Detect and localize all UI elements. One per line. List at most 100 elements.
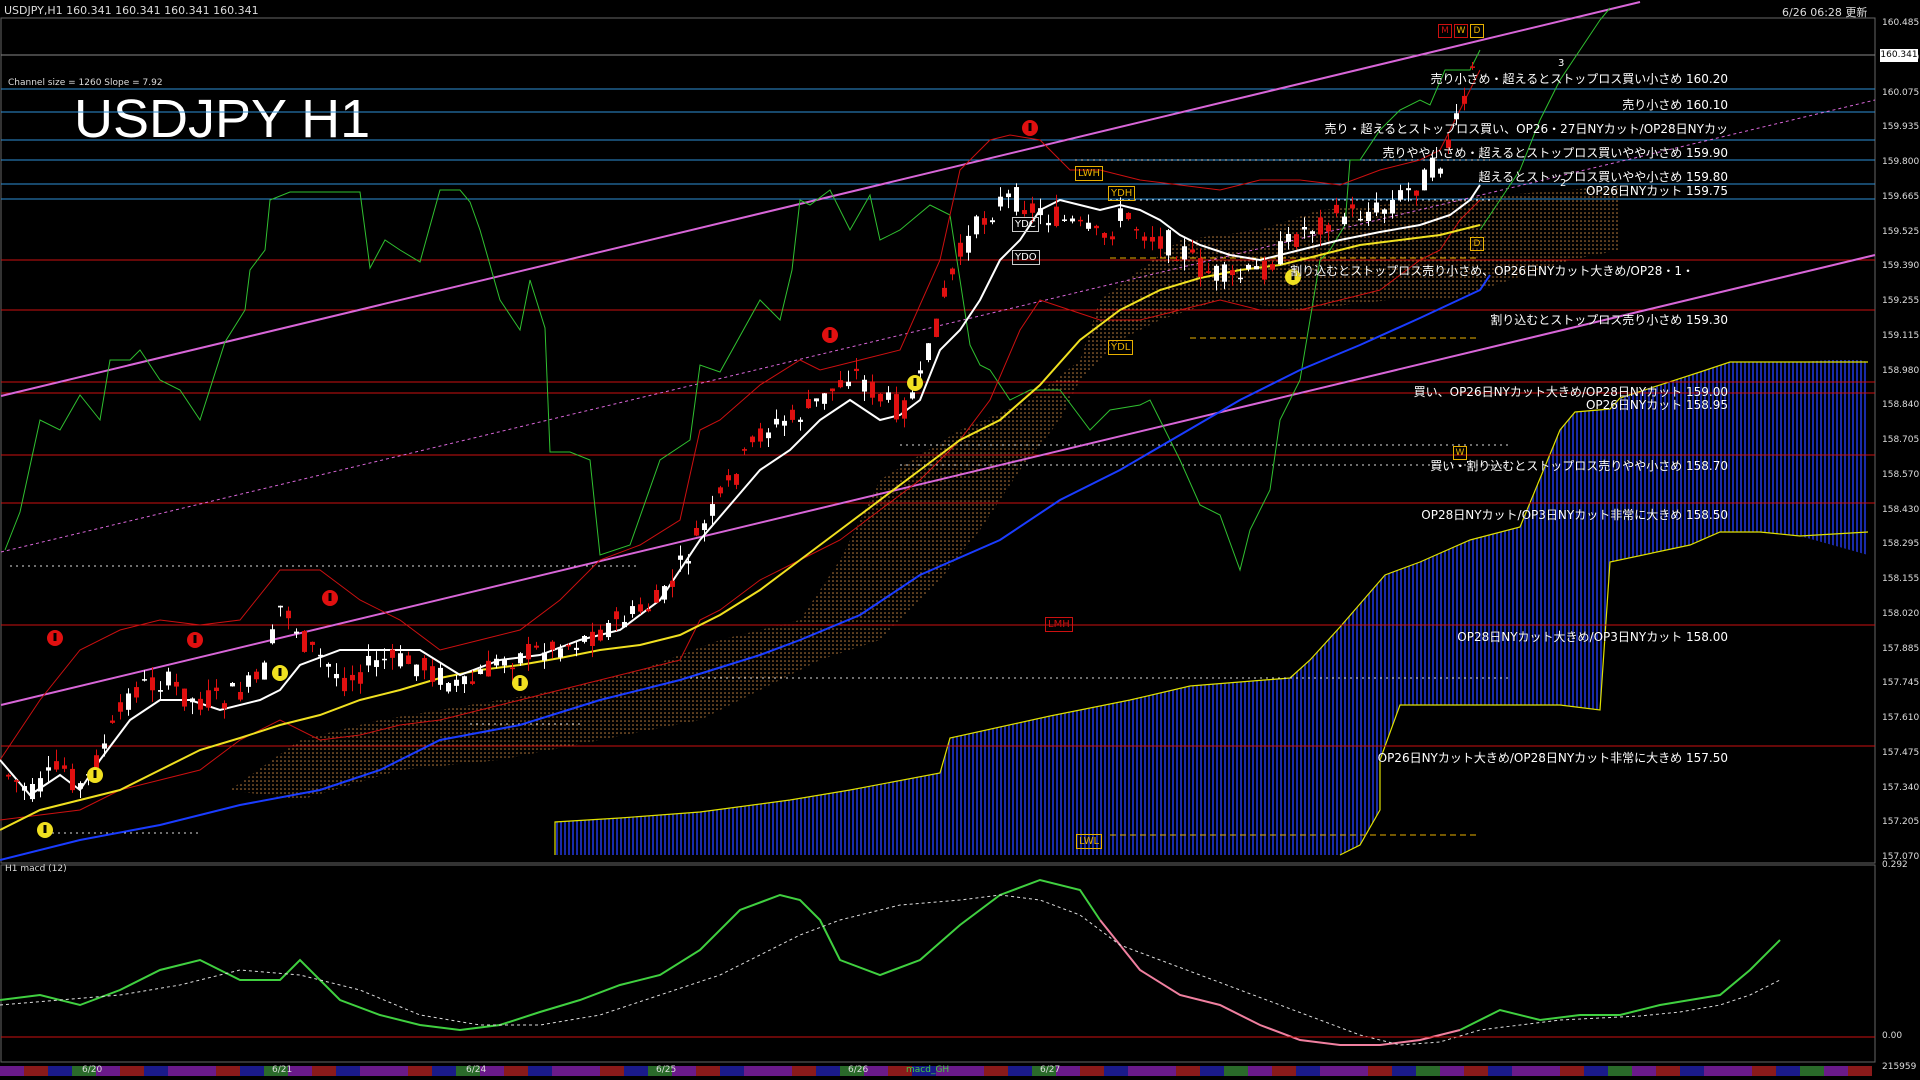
candle-body	[1390, 199, 1395, 214]
date-strip-segment	[1656, 1066, 1680, 1076]
candle-body	[510, 667, 515, 670]
date-strip-segment	[624, 1066, 648, 1076]
level-label: 割り込むとストップロス売り小さめ 159.30	[1490, 313, 1728, 327]
candle-body	[1134, 229, 1139, 231]
date-strip-segment	[1152, 1066, 1176, 1076]
price-tick-label: 160.485	[1882, 18, 1920, 28]
candle-body	[1166, 230, 1171, 256]
date-strip-segment	[1848, 1066, 1872, 1076]
candle-body	[1294, 234, 1299, 247]
candle-body	[70, 768, 75, 791]
candle-body	[782, 420, 787, 426]
candle-body	[134, 687, 139, 698]
candle-body	[1382, 209, 1387, 214]
candle-body	[1110, 236, 1115, 240]
date-label: 6/26	[848, 1065, 869, 1075]
candle-body	[1014, 187, 1019, 212]
candle-body	[438, 667, 443, 685]
date-strip-segment	[1296, 1066, 1320, 1076]
candle-body	[246, 675, 251, 687]
candle-body	[878, 393, 883, 402]
level-label: OP28日NYカット/OP3日NYカット非常に大きめ 158.50	[1421, 508, 1728, 522]
candle-body	[38, 778, 43, 792]
candle-body	[150, 677, 155, 691]
candle-body	[894, 394, 899, 420]
candle-body	[694, 528, 699, 536]
candle-body	[1302, 227, 1307, 230]
wave-label-2: 2	[1560, 178, 1567, 189]
marker-w: W	[1454, 24, 1468, 38]
candle-body	[286, 610, 291, 619]
date-strip-segment	[1680, 1066, 1704, 1076]
candle-body	[14, 780, 19, 782]
date-strip-segment	[1632, 1066, 1656, 1076]
candle-body	[358, 672, 363, 684]
candle-body	[1470, 66, 1475, 68]
candle-body	[302, 631, 307, 652]
candle-body	[1262, 260, 1267, 280]
candle-body	[470, 681, 475, 684]
candle-body	[398, 653, 403, 667]
price-tick-label: 159.390	[1882, 261, 1920, 272]
price-tick-label: 157.475	[1882, 747, 1920, 758]
candle-body	[1238, 277, 1243, 280]
candle-body	[854, 368, 859, 372]
candle-body	[390, 649, 395, 658]
date-strip-segment	[1320, 1066, 1344, 1076]
candle-body	[422, 658, 427, 671]
date-strip-segment	[600, 1066, 624, 1076]
date-strip-segment	[240, 1066, 264, 1076]
date-strip-segment	[1824, 1066, 1848, 1076]
candle-body	[1342, 216, 1347, 225]
level-label: 売り小さめ 160.10	[1622, 98, 1728, 112]
candle-body	[606, 622, 611, 638]
price-tick-label: 158.155	[1882, 574, 1920, 584]
candle-body	[774, 418, 779, 425]
date-strip-segment	[216, 1066, 240, 1076]
candle-body	[662, 586, 667, 600]
candle-body	[1414, 190, 1419, 196]
candle-body	[1118, 208, 1123, 221]
candle-body	[446, 683, 451, 692]
candle-body	[342, 677, 347, 692]
tag-lwh: LWH	[1075, 166, 1104, 181]
candle-body	[326, 663, 331, 667]
macd-main-line-up	[1459, 939, 1781, 1031]
candle-body	[622, 621, 627, 628]
candle-body	[158, 690, 163, 692]
price-tick-label: 157.885	[1882, 643, 1920, 654]
candle-body	[174, 681, 179, 687]
candle-body	[222, 703, 227, 709]
candle-body	[518, 653, 523, 664]
candle-body	[798, 419, 803, 422]
date-strip-segment	[336, 1066, 360, 1076]
candle-body	[1254, 266, 1259, 270]
level-label: OP26日NYカット大きめ/OP28日NYカット非常に大きめ 157.50	[1377, 751, 1728, 765]
price-tick-label: 158.430	[1882, 504, 1920, 515]
date-strip-segment	[1728, 1066, 1752, 1076]
candle-body	[1182, 246, 1187, 260]
candle-body	[1046, 222, 1051, 226]
candle-body	[54, 761, 59, 770]
candle-body	[550, 641, 555, 650]
macd-bottom-value: 215959	[1882, 1062, 1917, 1072]
date-strip-segment	[408, 1066, 432, 1076]
date-strip-segment	[1200, 1066, 1224, 1076]
date-strip-segment	[1776, 1066, 1800, 1076]
candle-body	[1158, 236, 1163, 249]
tag-ydh: YDH	[1108, 186, 1136, 201]
price-tick-label: 158.295	[1882, 539, 1920, 550]
date-strip-segment	[1272, 1066, 1296, 1076]
candle-body	[1022, 210, 1027, 215]
candle-body	[1454, 113, 1459, 120]
candle-body	[830, 388, 835, 392]
date-strip-segment	[960, 1066, 984, 1076]
candle-body	[966, 235, 971, 253]
candle-body	[870, 381, 875, 398]
candle-body	[654, 590, 659, 603]
candle-body	[1310, 231, 1315, 234]
price-tick-label: 158.570	[1882, 469, 1920, 480]
candle-body	[214, 687, 219, 692]
chart-window: USDJPY,H1 160.341 160.341 160.341 160.34…	[0, 0, 1920, 1080]
candle-body	[926, 343, 931, 361]
